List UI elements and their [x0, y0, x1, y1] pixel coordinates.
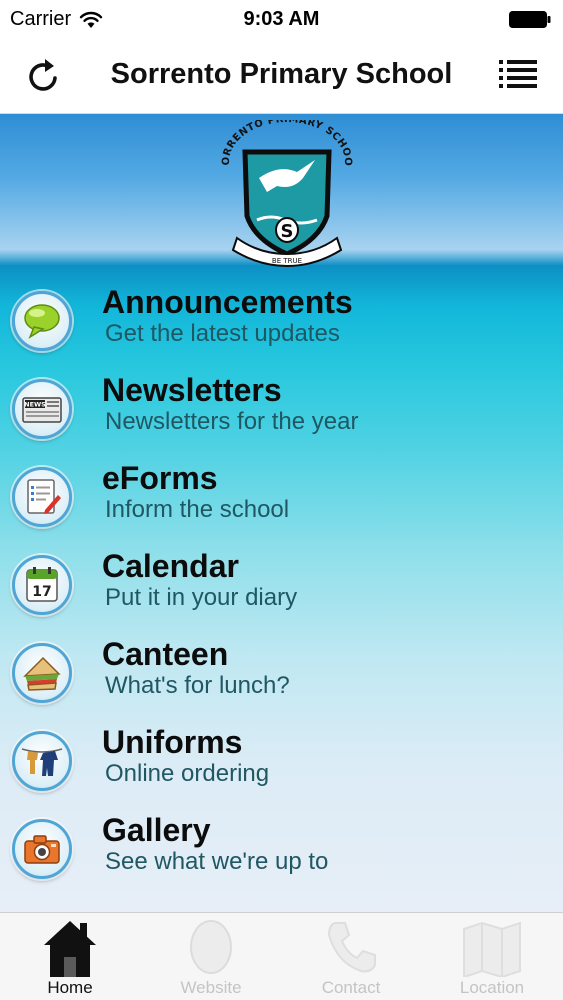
- calendar-title: Calendar: [102, 548, 239, 584]
- tab-bar: Home Website Contact Location: [0, 912, 563, 1000]
- eforms-title: eForms: [102, 460, 218, 496]
- calendar-icon-date: 17: [32, 584, 51, 600]
- calendar-badge: 17: [12, 555, 72, 615]
- battery-icon: [509, 11, 551, 28]
- canteen-title: Canteen: [102, 636, 229, 672]
- page-title: Sorrento Primary School: [110, 58, 453, 90]
- menu-item-gallery[interactable]: Gallery See what we're up to: [0, 812, 563, 898]
- newspaper-icon-text: NEWS: [24, 401, 46, 409]
- calendar-icon: 17: [26, 567, 58, 602]
- navigation-bar: Sorrento Primary School: [0, 38, 563, 114]
- clothesline-icon: [21, 748, 63, 776]
- menu-item-newsletters[interactable]: NEWS Newsletters Newsletters for the yea…: [0, 372, 563, 458]
- camera-icon: [24, 835, 60, 864]
- eforms-badge: [12, 467, 72, 527]
- newsletters-title: Newsletters: [102, 372, 282, 408]
- newsletters-badge: NEWS: [12, 379, 72, 439]
- gallery-badge: [12, 819, 72, 879]
- uniforms-badge: [12, 731, 72, 791]
- form-icon: [27, 479, 61, 514]
- calendar-subtitle: Put it in your diary: [105, 584, 298, 611]
- house-icon: [44, 921, 96, 977]
- tab-contact[interactable]: Contact: [281, 913, 421, 1000]
- tab-location[interactable]: Location: [422, 913, 562, 1000]
- list-menu-icon[interactable]: [499, 58, 537, 92]
- status-bar: Carrier 9:03 AM: [0, 0, 563, 38]
- tab-website-label: Website: [180, 978, 242, 997]
- uniforms-subtitle: Online ordering: [105, 760, 270, 787]
- tab-home[interactable]: Home: [0, 913, 140, 1000]
- announcements-badge: [12, 291, 72, 351]
- crest-letter: S: [281, 221, 294, 242]
- map-icon: [463, 921, 521, 977]
- uniforms-title: Uniforms: [102, 724, 243, 760]
- gallery-subtitle: See what we're up to: [105, 848, 329, 875]
- menu-item-canteen[interactable]: Canteen What's for lunch?: [0, 636, 563, 722]
- home-menu: SORRENTO PRIMARY SCHOOL S BE TRUE Announ…: [0, 114, 563, 912]
- announcements-subtitle: Get the latest updates: [105, 320, 340, 347]
- crest-motto: BE TRUE: [272, 257, 302, 265]
- menu-item-announcements[interactable]: Announcements Get the latest updates: [0, 284, 563, 370]
- sandwich-icon: [23, 656, 61, 691]
- school-crest-logo: SORRENTO PRIMARY SCHOOL S BE TRUE: [219, 120, 353, 268]
- newspaper-icon: NEWS: [22, 397, 62, 423]
- tab-location-label: Location: [459, 978, 525, 997]
- newsletters-subtitle: Newsletters for the year: [105, 408, 359, 435]
- speech-bubble-icon: [24, 304, 60, 339]
- gallery-title: Gallery: [102, 812, 211, 848]
- announcements-title: Announcements: [102, 284, 353, 320]
- phone-icon: [327, 922, 376, 973]
- canteen-badge: [12, 643, 72, 703]
- tab-contact-label: Contact: [321, 978, 381, 997]
- menu-item-calendar[interactable]: 17 Calendar Put it in your diary: [0, 548, 563, 634]
- clock: 9:03 AM: [243, 8, 320, 30]
- menu-item-uniforms[interactable]: Uniforms Online ordering: [0, 724, 563, 810]
- tab-home-label: Home: [47, 978, 93, 997]
- canteen-subtitle: What's for lunch?: [105, 672, 290, 699]
- eforms-subtitle: Inform the school: [105, 496, 290, 523]
- menu-item-eforms[interactable]: eForms Inform the school: [0, 460, 563, 546]
- globe-icon: [190, 920, 232, 974]
- tab-website[interactable]: Website: [141, 913, 281, 1000]
